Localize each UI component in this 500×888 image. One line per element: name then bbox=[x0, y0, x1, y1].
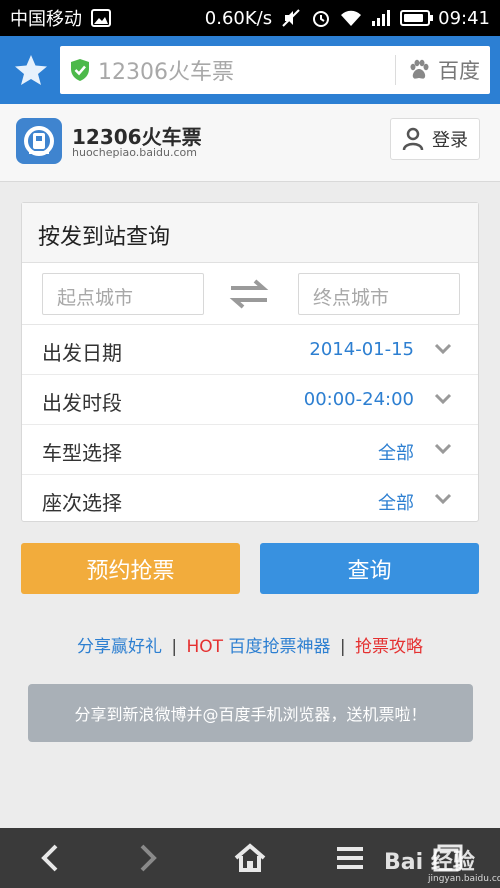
signal-icon bbox=[370, 7, 392, 29]
site-domain: huochepiao.baidu.com bbox=[72, 146, 197, 159]
chevron-down-icon bbox=[434, 443, 452, 455]
network-speed: 0.60K/s bbox=[204, 7, 273, 29]
option-value[interactable]: 2014-01-15 bbox=[309, 339, 414, 360]
back-icon[interactable] bbox=[28, 838, 72, 878]
option-label: 座次选择 bbox=[42, 491, 122, 515]
link-separator: | bbox=[171, 637, 178, 657]
query-button[interactable]: 查询 bbox=[260, 543, 479, 594]
option-list: 出发日期 2014-01-15 出发时段 00:00-24:00 车型选择 全部 座次选择全… bbox=[22, 325, 478, 525]
chevron-down-icon bbox=[434, 343, 452, 355]
ticket-guide-link[interactable]: 抢票攻略 bbox=[355, 637, 423, 657]
link-separator: | bbox=[339, 637, 346, 657]
menu-icon[interactable] bbox=[328, 838, 372, 878]
option-value[interactable]: 00:00-24:00 bbox=[304, 389, 414, 410]
query-form: 按发到站查询 起点城市 终点城市 出发日期 2014-01-15 出发时段 00:00… bbox=[21, 202, 479, 522]
paw-icon bbox=[410, 59, 429, 79]
address-divider bbox=[395, 55, 396, 85]
to-city-input[interactable]: 终点城市 bbox=[298, 273, 460, 315]
status-bar: 中国移动 0.60K/s 09:41 bbox=[0, 0, 500, 36]
promo-links: 分享赢好礼 | HOT 百度抢票神器 | 抢票攻略 bbox=[0, 632, 500, 657]
carrier-label: 中国移动 bbox=[10, 9, 82, 30]
form-title: 按发到站查询 bbox=[22, 203, 478, 263]
option-label: 车型选择 bbox=[42, 441, 122, 465]
chevron-down-icon bbox=[434, 393, 452, 405]
browser-toolbar: 12306火车票 百度 bbox=[0, 36, 500, 104]
option-label: 出发时段 bbox=[42, 391, 122, 415]
alarm-icon bbox=[310, 7, 332, 29]
station-row: 起点城市 终点城市 bbox=[22, 263, 478, 325]
share-toast[interactable]: 分享到新浪微博并@百度手机浏览器，送机票啦！ bbox=[28, 684, 473, 742]
share-link[interactable]: 分享赢好礼 bbox=[77, 637, 162, 657]
option-label: 出发日期 bbox=[42, 341, 122, 365]
star-icon[interactable] bbox=[10, 48, 52, 92]
railway-logo-icon bbox=[16, 118, 62, 164]
login-button[interactable]: 登录 bbox=[390, 118, 480, 160]
watermark-domain: jingyan.baidu.com bbox=[428, 874, 500, 884]
option-value[interactable]: 全部 bbox=[378, 439, 414, 465]
search-engine-label: 百度 bbox=[438, 59, 480, 83]
search-engine-button[interactable]: 百度 bbox=[408, 55, 480, 85]
address-text[interactable]: 12306火车票 bbox=[98, 54, 383, 86]
from-city-input[interactable]: 起点城市 bbox=[42, 273, 204, 315]
swap-icon[interactable] bbox=[227, 277, 271, 311]
wifi-icon bbox=[340, 7, 362, 29]
option-row[interactable]: 车型选择 全部 bbox=[22, 425, 478, 475]
site-header: 12306火车票 huochepiao.baidu.com 登录 bbox=[0, 104, 500, 182]
option-row[interactable]: 出发时段 00:00-24:00 bbox=[22, 375, 478, 425]
home-icon[interactable] bbox=[228, 838, 272, 878]
option-row[interactable]: 座次选择 全部 bbox=[22, 475, 478, 525]
chevron-down-icon bbox=[434, 493, 452, 505]
watermark-logo: Bai 经验 bbox=[384, 850, 475, 875]
option-value[interactable]: 全部 bbox=[378, 489, 414, 515]
option-row[interactable]: 出发日期 2014-01-15 bbox=[22, 325, 478, 375]
reserve-ticket-button[interactable]: 预约抢票 bbox=[21, 543, 240, 594]
mute-icon bbox=[280, 7, 302, 29]
forward-icon[interactable] bbox=[126, 838, 170, 878]
user-icon bbox=[402, 127, 424, 151]
login-label: 登录 bbox=[432, 130, 468, 151]
hot-badge: HOT bbox=[186, 637, 224, 657]
battery-icon bbox=[400, 10, 434, 26]
clock: 09:41 bbox=[438, 7, 490, 29]
image-icon bbox=[90, 7, 112, 29]
shield-check-icon bbox=[71, 59, 89, 81]
ticket-tool-link[interactable]: 百度抢票神器 bbox=[228, 637, 330, 657]
address-bar[interactable]: 12306火车票 百度 bbox=[60, 46, 490, 94]
